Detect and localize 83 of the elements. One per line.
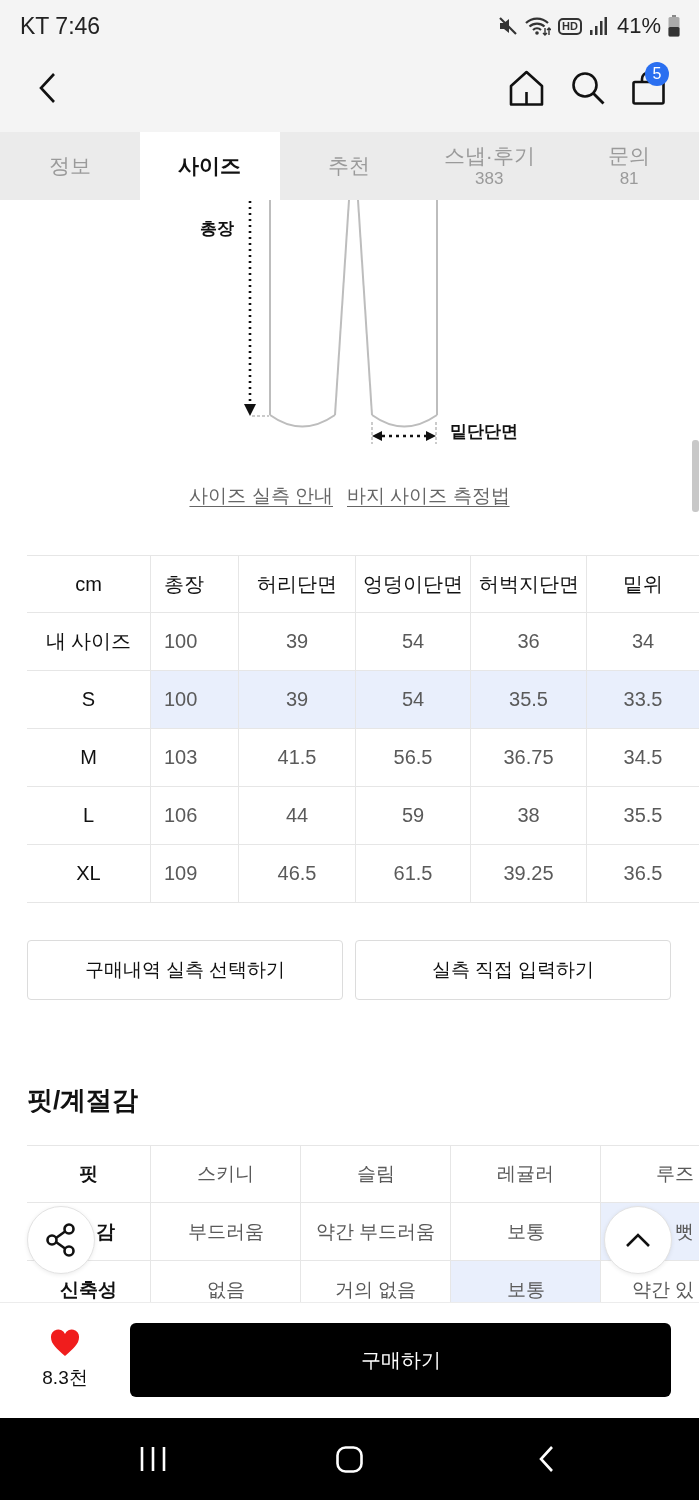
column-header: 허벅지단면 (470, 556, 586, 612)
table-cell: 59 (355, 787, 470, 844)
measure-button[interactable]: 실측 직접 입력하기 (355, 940, 671, 1000)
column-header: 밑위 (586, 556, 699, 612)
table-cell: 35.5 (586, 787, 699, 844)
size-label: S (80, 687, 97, 712)
attribute-option: 약간 부드러움 (300, 1203, 450, 1261)
hem-width-arrow (371, 421, 437, 445)
buy-button[interactable]: 구매하기 (130, 1323, 671, 1397)
home-button[interactable] (509, 70, 544, 106)
back-icon (537, 1445, 554, 1473)
like-button[interactable]: 8.3천 (0, 1303, 130, 1391)
attribute-label: 핏 (27, 1146, 150, 1203)
chevron-up-icon (625, 1232, 651, 1248)
table-cell: 106 (150, 787, 238, 844)
attribute-option: 보통 (450, 1261, 600, 1302)
measure-button[interactable]: 구매내역 실측 선택하기 (27, 940, 343, 1000)
recent-apps-button[interactable] (140, 1446, 167, 1472)
hd-voice-badge: HD (558, 17, 582, 35)
section-title: 핏/계절감 (27, 1084, 140, 1117)
tab-label: 문의 (608, 143, 651, 169)
table-cell: 35.5 (470, 671, 586, 728)
back-nav-button[interactable] (537, 1445, 554, 1473)
table-cell: 41.5 (238, 729, 355, 786)
back-button[interactable] (38, 72, 56, 104)
signal-icon (588, 16, 607, 36)
table-cell: 39 (238, 613, 355, 670)
column-header: 엉덩이단면 (355, 556, 470, 612)
cart-count-badge: 5 (645, 62, 669, 86)
table-cell: 54 (355, 613, 470, 670)
table-cell: 38 (470, 787, 586, 844)
measurement-label: 밑단단면 (450, 422, 518, 441)
tab[interactable]: 사이즈 (139, 132, 280, 200)
size-label: M (79, 745, 98, 770)
battery-icon (668, 15, 680, 37)
tab-count: 81 (619, 169, 639, 189)
table-cell: 54 (355, 671, 470, 728)
share-icon (45, 1223, 77, 1257)
attribute-option: 레귤러 (450, 1146, 600, 1203)
table-cell: 36.75 (470, 729, 586, 786)
table-cell: 61.5 (355, 845, 470, 902)
table-cell: 36.5 (586, 845, 699, 902)
table-cell: 34.5 (586, 729, 699, 786)
table-cell: 39.25 (470, 845, 586, 902)
cart-button[interactable]: 5 (632, 62, 669, 105)
guide-link[interactable]: 사이즈 실측 안내 (189, 483, 333, 509)
home-icon (509, 70, 544, 106)
column-header: 허리단면 (238, 556, 355, 612)
table-cell: 109 (150, 845, 238, 902)
table-cell: 103 (150, 729, 238, 786)
wifi-icon (525, 16, 552, 36)
home-nav-button[interactable] (336, 1445, 363, 1473)
table-cell: 39 (238, 671, 355, 728)
size-label: L (81, 803, 96, 828)
attribute-option: 부드러움 (150, 1203, 300, 1261)
rounded-square-icon (336, 1445, 363, 1473)
table-cell: 56.5 (355, 729, 470, 786)
search-icon (571, 71, 605, 105)
tab-count: 383 (475, 169, 504, 189)
table-cell: 100 (150, 613, 238, 670)
scroll-bar (692, 440, 699, 512)
table-cell: 34 (586, 613, 699, 670)
table-cell: 33.5 (586, 671, 699, 728)
measurement-label: 총장 (200, 219, 234, 238)
back-icon (38, 72, 56, 104)
battery-percentage: 41% (616, 13, 661, 39)
size-label: 내 사이즈 (44, 629, 133, 654)
attribute-option: 스키니 (150, 1146, 300, 1203)
search-button[interactable] (571, 71, 605, 105)
mute-icon (498, 16, 519, 36)
column-header: 총장 (150, 556, 238, 612)
status-time: KT 7:46 (20, 12, 101, 40)
size-label: XL (75, 861, 102, 886)
table-cell: 44 (238, 787, 355, 844)
column-header: cm (74, 571, 103, 597)
guide-link[interactable]: 바지 사이즈 측정법 (347, 483, 510, 509)
table-cell: 46.5 (238, 845, 355, 902)
table-cell: 36 (470, 613, 586, 670)
recent-apps-icon (140, 1446, 167, 1472)
tab-label: 스냅·후기 (443, 143, 535, 169)
table-cell: 100 (150, 671, 238, 728)
share-button[interactable] (27, 1206, 95, 1274)
attribute-option: 슬림 (300, 1146, 450, 1203)
